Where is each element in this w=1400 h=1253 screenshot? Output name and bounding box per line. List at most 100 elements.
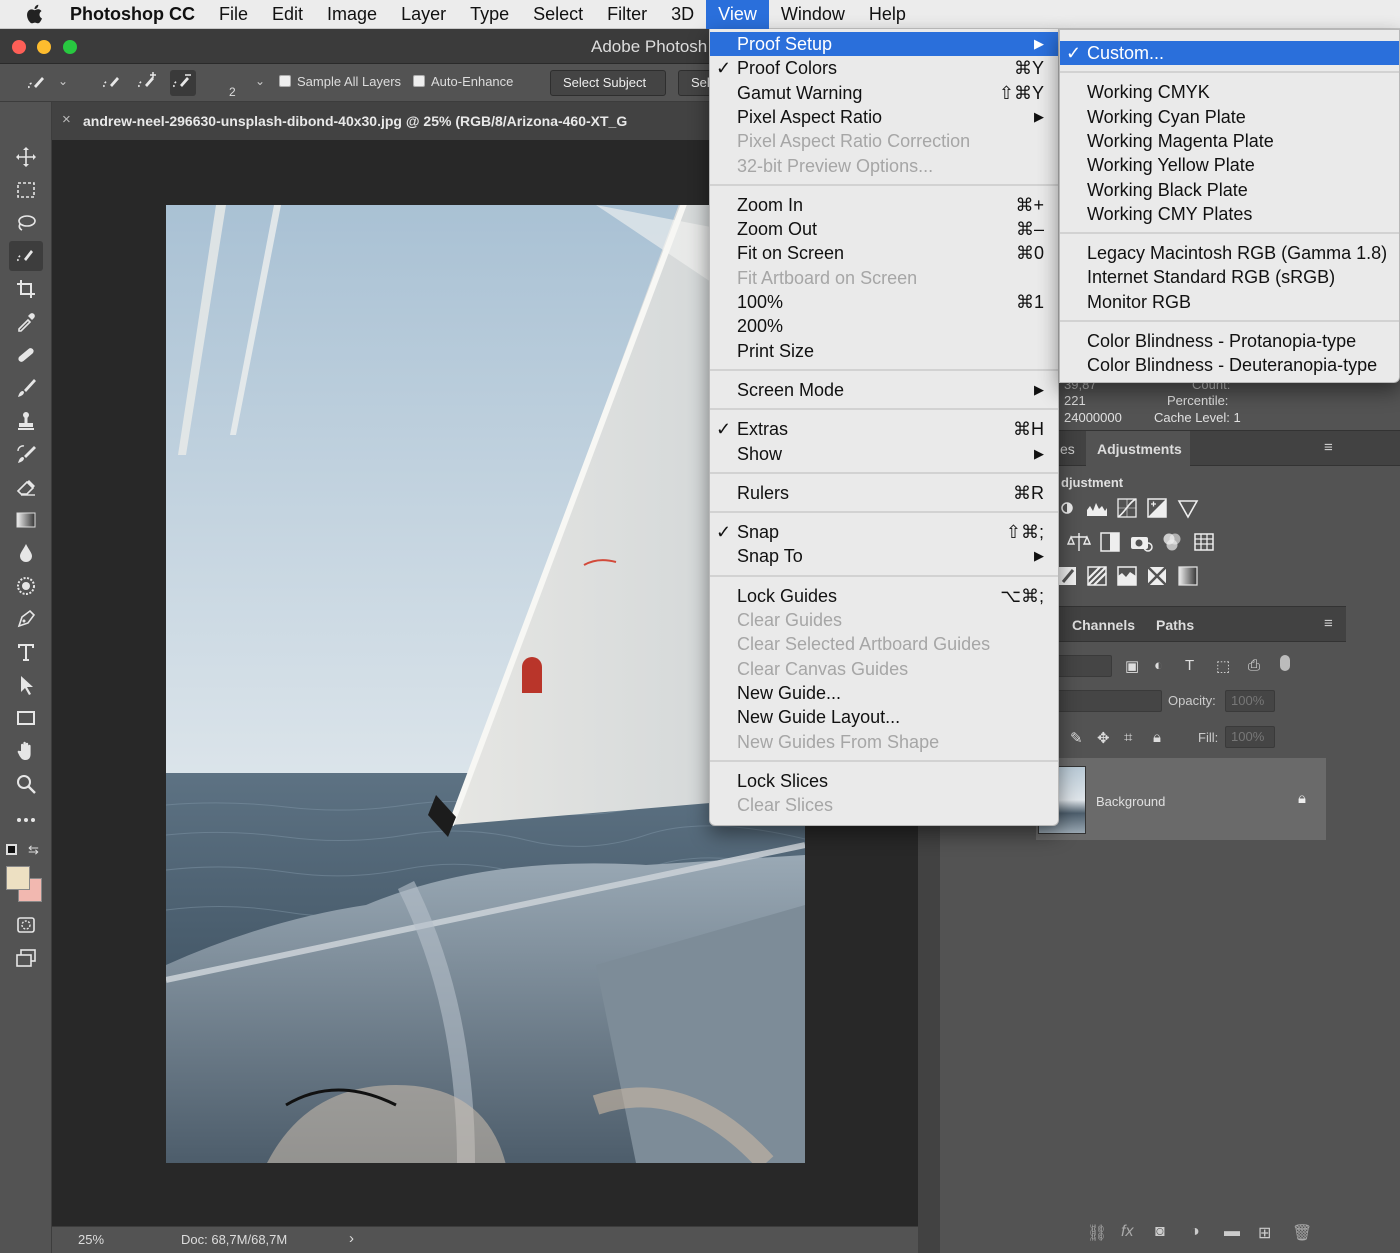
menu-item-working-yellow-plate[interactable]: Working Yellow Plate [1060, 153, 1399, 177]
lock-image-pixels-icon[interactable]: ✎ [1070, 729, 1083, 747]
path-selection-icon[interactable] [9, 670, 43, 700]
quick-mask-icon[interactable] [9, 910, 43, 940]
lock-position-icon[interactable]: ✥ [1097, 729, 1110, 747]
layer-filter-select[interactable] [1052, 655, 1112, 677]
color-balance-icon[interactable] [1066, 530, 1092, 554]
curves-icon[interactable] [1115, 496, 1139, 520]
menu-layer[interactable]: Layer [389, 0, 458, 29]
tool-preset-chevron-icon[interactable]: ⌄ [58, 74, 68, 88]
pen-icon[interactable] [9, 604, 43, 634]
filter-shape-layers-icon[interactable]: ⬚ [1216, 657, 1230, 675]
filter-smart-objects-icon[interactable]: ⎙ [1248, 657, 1260, 674]
filter-pixel-layers-icon[interactable]: ▣ [1125, 657, 1139, 675]
zoom-icon[interactable] [9, 769, 43, 799]
more-icon[interactable] [9, 805, 43, 835]
menu-item-zoom-in[interactable]: Zoom In ⌘+ [710, 193, 1058, 217]
photo-filter-icon[interactable] [1129, 530, 1153, 554]
menu-item-pixel-aspect-ratio[interactable]: Pixel Aspect Ratio ▶ [710, 105, 1058, 129]
menu-item-internet-standard-rgb-srgb[interactable]: Internet Standard RGB (sRGB) [1060, 265, 1399, 289]
menu-item-working-magenta-plate[interactable]: Working Magenta Plate [1060, 129, 1399, 153]
menu-item-new-guide-layout[interactable]: New Guide Layout... [710, 705, 1058, 729]
menu-item-lock-guides[interactable]: Lock Guides ⌥⌘; [710, 584, 1058, 608]
menu-item-working-cmyk[interactable]: Working CMYK [1060, 80, 1399, 104]
menu-window[interactable]: Window [769, 0, 857, 29]
add-to-selection-icon[interactable] [135, 70, 161, 96]
lasso-icon[interactable] [9, 208, 43, 238]
new-layer-icon[interactable]: ⊞ [1258, 1223, 1271, 1243]
delete-layer-icon[interactable]: 🗑︎ [1292, 1223, 1312, 1243]
menu-item-snap-to[interactable]: Snap To ▶ [710, 544, 1058, 568]
close-tab-icon[interactable]: × [62, 111, 71, 128]
layer-name[interactable]: Background [1096, 794, 1165, 809]
menu-item-proof-setup[interactable]: Proof Setup ▶ [710, 32, 1058, 56]
new-adjustment-layer-icon[interactable]: ◑ [1190, 1223, 1200, 1241]
swap-colors-icon[interactable]: ⇆ [28, 842, 39, 858]
app-name-menu[interactable]: Photoshop CC [70, 4, 207, 25]
apple-icon[interactable] [0, 0, 70, 29]
gradient-icon[interactable] [9, 505, 43, 535]
menu-select[interactable]: Select [521, 0, 595, 29]
minimize-window-button[interactable] [37, 40, 51, 54]
brush-icon[interactable] [9, 373, 43, 403]
blend-mode-select[interactable] [1052, 690, 1162, 712]
menu-file[interactable]: File [207, 0, 260, 29]
blur-icon[interactable] [9, 538, 43, 568]
history-brush-icon[interactable] [9, 439, 43, 469]
foreground-color-swatch[interactable] [6, 866, 30, 890]
rectangle-icon[interactable] [9, 703, 43, 733]
menu-item-screen-mode[interactable]: Screen Mode ▶ [710, 378, 1058, 402]
posterize-icon[interactable] [1085, 564, 1109, 588]
zoom-level[interactable]: 25% [78, 1232, 104, 1247]
exposure-icon[interactable] [1145, 496, 1169, 520]
lock-artboard-icon[interactable]: ⌗ [1124, 729, 1132, 746]
type-icon[interactable] [9, 637, 43, 667]
menu-item-working-cmy-plates[interactable]: Working CMY Plates [1060, 202, 1399, 226]
tab-paths[interactable]: Paths [1156, 617, 1194, 633]
menu-type[interactable]: Type [458, 0, 521, 29]
close-window-button[interactable] [12, 40, 26, 54]
filter-adjustment-layers-icon[interactable]: ◐ [1154, 657, 1163, 674]
document-tab[interactable]: × andrew-neel-296630-unsplash-dibond-40x… [52, 102, 712, 140]
link-layers-icon[interactable]: ⛓︎ [1087, 1223, 1107, 1243]
menu-item-working-cyan-plate[interactable]: Working Cyan Plate [1060, 105, 1399, 129]
channel-mixer-icon[interactable] [1160, 530, 1184, 554]
hand-icon[interactable] [9, 736, 43, 766]
menu-edit[interactable]: Edit [260, 0, 315, 29]
color-lookup-icon[interactable] [1192, 530, 1216, 554]
layer-row-background[interactable]: Background 🔒︎ [1036, 758, 1326, 840]
eraser-icon[interactable] [9, 472, 43, 502]
menu-item-rulers[interactable]: Rulers ⌘R [710, 481, 1058, 505]
brush-picker-chevron-icon[interactable]: ⌄ [255, 74, 265, 88]
quick-selection-icon[interactable] [9, 241, 43, 271]
eyedropper-icon[interactable] [9, 307, 43, 337]
menu-item-gamut-warning[interactable]: Gamut Warning ⇧⌘Y [710, 81, 1058, 105]
auto-enhance-checkbox[interactable] [413, 75, 425, 87]
filter-toggle-switch[interactable] [1280, 655, 1290, 671]
menu-item-show[interactable]: Show ▶ [710, 442, 1058, 466]
layers-panel-menu-icon[interactable]: ≡ [1324, 615, 1333, 632]
filter-type-layers-icon[interactable]: T [1185, 657, 1194, 674]
healing-icon[interactable] [9, 340, 43, 370]
select-subject-button[interactable]: Select Subject [550, 70, 666, 96]
tab-adjustments[interactable]: Adjustments [1097, 441, 1182, 457]
menu-item-color-blindness-protanopia-type[interactable]: Color Blindness - Protanopia-type [1060, 329, 1399, 353]
lock-all-icon[interactable]: 🔒︎ [1153, 729, 1161, 746]
menu-item-100[interactable]: 100% ⌘1 [710, 290, 1058, 314]
layer-style-icon[interactable]: fx [1121, 1223, 1133, 1241]
menu-item-monitor-rgb[interactable]: Monitor RGB [1060, 290, 1399, 314]
threshold-icon[interactable] [1115, 564, 1139, 588]
vibrance-icon[interactable] [1176, 496, 1200, 520]
move-icon[interactable] [9, 142, 43, 172]
zoom-window-button[interactable] [63, 40, 77, 54]
menu-item-working-black-plate[interactable]: Working Black Plate [1060, 178, 1399, 202]
add-mask-icon[interactable]: ◙ [1155, 1223, 1165, 1241]
marquee-icon[interactable] [9, 175, 43, 205]
subtract-from-selection-icon[interactable] [170, 70, 196, 96]
screen-mode-icon[interactable] [9, 943, 43, 973]
menu-3d[interactable]: 3D [659, 0, 706, 29]
menu-item-color-blindness-deuteranopia-type[interactable]: Color Blindness - Deuteranopia-type [1060, 353, 1399, 377]
tab-channels[interactable]: Channels [1072, 617, 1135, 633]
menu-view[interactable]: View [706, 0, 769, 29]
menu-item-fit-on-screen[interactable]: Fit on Screen ⌘0 [710, 241, 1058, 265]
stamp-icon[interactable] [9, 406, 43, 436]
